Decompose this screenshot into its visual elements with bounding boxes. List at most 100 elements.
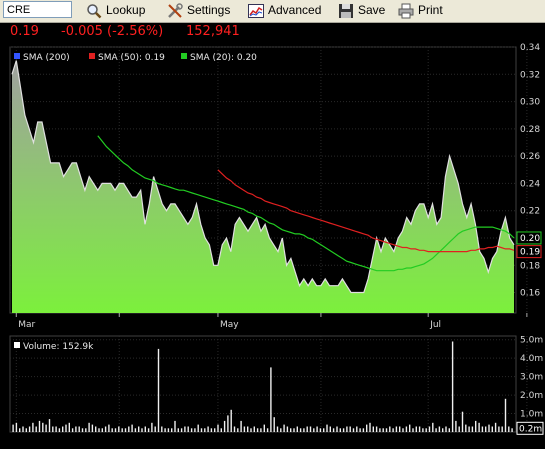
volume-bar (138, 426, 140, 432)
volume-bar (45, 424, 47, 432)
volume-bar (461, 411, 464, 432)
volume-bar (395, 426, 398, 432)
volume-bar (32, 422, 34, 432)
volume-bar (415, 426, 417, 432)
volume-bar (309, 426, 312, 432)
volume-bar (204, 428, 206, 432)
volume-bar (223, 420, 226, 432)
legend-entry: SMA (50): 0.19 (98, 53, 165, 63)
volume-bar (233, 426, 236, 432)
volume-bar (240, 420, 242, 432)
volume-bar (118, 426, 120, 432)
volume-bar (35, 426, 37, 432)
volume-bar (157, 348, 160, 432)
volume-bar (468, 426, 470, 432)
volume-bar (276, 426, 279, 432)
volume-bar (88, 422, 90, 432)
price-y-axis: 0.34 0.32 0.30 0.28 0.26 0.24 0.22 0.20 0.18 0.16 (520, 43, 540, 299)
volume-bar (412, 428, 414, 432)
volume-bar (478, 422, 480, 432)
volume-bar (141, 428, 143, 432)
volume-y-axis: 5.0m 4.0m 3.0m 2.0m 1.0m (520, 336, 543, 420)
volume-bar (399, 426, 401, 432)
volume-bar (273, 417, 275, 432)
volume-y-tick-label: 5.0m (520, 336, 543, 346)
volume-bar (379, 428, 381, 432)
volume-bar (217, 424, 219, 432)
volume-bar (210, 428, 213, 432)
volume-bar (38, 420, 41, 432)
volume-bar (283, 424, 285, 432)
volume-bar (154, 426, 156, 432)
volume-bar (481, 426, 484, 432)
volume-bar (111, 428, 113, 432)
volume-bar (177, 428, 179, 432)
last-value-label: 0.20 (520, 234, 540, 244)
volume-bar (349, 426, 351, 432)
volume-bar (432, 422, 434, 432)
volume-bar (78, 426, 80, 432)
price-y-tick-label: 0.16 (520, 289, 540, 299)
volume-bar (375, 426, 378, 432)
x-tick-label: Jul (429, 320, 441, 330)
volume-bar (485, 426, 487, 432)
price-legend: SMA (200) SMA (50): 0.19 SMA (20): 0.20 (14, 53, 257, 63)
price-y-tick-label: 0.26 (520, 152, 540, 162)
volume-bar (19, 428, 21, 432)
volume-bar (101, 428, 103, 432)
volume-bar (286, 426, 289, 432)
volume-bar (326, 424, 328, 432)
volume-bar (438, 426, 441, 432)
volume-bar (299, 428, 302, 432)
volume-bar (81, 428, 84, 432)
volume-bar (392, 428, 394, 432)
volume-bar (91, 424, 94, 432)
volume-bar (260, 428, 262, 432)
price-y-tick-label: 0.18 (520, 261, 540, 271)
volume-legend: Volume: 152.9k (14, 342, 94, 352)
volume-bar (332, 428, 335, 432)
price-y-tick-label: 0.34 (520, 43, 540, 53)
volume-bar (75, 426, 77, 432)
volume-bar (95, 426, 97, 432)
volume-bar (422, 428, 424, 432)
price-last-value-markers: 0.20 0.19 (516, 231, 542, 259)
volume-bar (488, 424, 490, 432)
volume-bar (12, 424, 14, 432)
volume-bar (316, 426, 318, 432)
volume-bar (164, 428, 166, 432)
volume-bar (409, 424, 411, 432)
legend-swatch (14, 53, 20, 59)
volume-bar (58, 428, 61, 432)
volume-bar (359, 428, 361, 432)
price-y-tick-label: 0.30 (520, 98, 540, 108)
volume-bar (329, 426, 331, 432)
volume-bar (220, 428, 222, 432)
volume-bar (313, 428, 315, 432)
volume-bar (243, 426, 246, 432)
volume-bar (465, 424, 467, 432)
volume-bar (508, 426, 510, 432)
volume-bar (339, 428, 341, 432)
price-volume-chart: 0.34 0.32 0.30 0.28 0.26 0.24 0.22 0.20 0.18 0.16… (9, 43, 544, 435)
volume-bar (435, 428, 437, 432)
volume-bar (501, 426, 503, 432)
legend-entry: SMA (20): 0.20 (190, 53, 257, 63)
volume-bar (428, 426, 431, 432)
volume-bar (52, 426, 54, 432)
volume-y-tick-label: 1.0m (520, 410, 543, 420)
volume-bar (230, 409, 232, 432)
volume-bar (174, 420, 176, 432)
volume-bar (187, 426, 189, 432)
volume-bar (71, 428, 74, 432)
volume-bar (405, 426, 408, 432)
volume-bar (104, 426, 107, 432)
volume-bar (128, 426, 130, 432)
volume-bar (369, 422, 371, 432)
volume-legend-entry: Volume: 152.9k (23, 342, 94, 352)
volume-bar (68, 422, 70, 432)
volume-bar (15, 422, 18, 432)
volume-bar (151, 422, 153, 432)
volume-bar (62, 426, 64, 432)
volume-bar (22, 426, 24, 432)
